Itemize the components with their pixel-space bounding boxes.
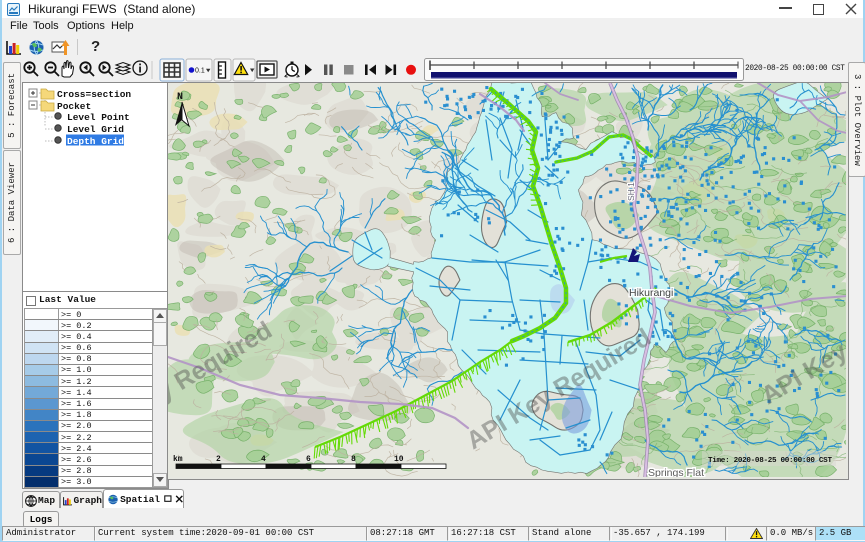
svg-text:Level Grid: Level Grid <box>67 124 124 135</box>
svg-text:4: 4 <box>261 455 266 464</box>
svg-text:Springs Flat: Springs Flat <box>648 467 704 477</box>
svg-text:2: 2 <box>216 455 221 464</box>
svg-text:6: 6 <box>306 455 311 464</box>
svg-text:Level Point: Level Point <box>67 112 130 123</box>
svg-text:0.1: 0.1 <box>195 68 205 75</box>
svg-text:SH 1: SH 1 <box>626 182 636 201</box>
svg-text:Depth Grid: Depth Grid <box>67 136 124 147</box>
svg-text:Time: 2020-08-25 00:00:00 CST: Time: 2020-08-25 00:00:00 CST <box>708 457 832 465</box>
svg-text:N: N <box>177 92 183 103</box>
svg-text:8: 8 <box>351 455 356 464</box>
svg-text:10: 10 <box>394 455 404 464</box>
svg-text:Hikurangi: Hikurangi <box>629 287 673 299</box>
svg-text:Pocket: Pocket <box>57 101 91 112</box>
svg-text:Cross=section: Cross=section <box>57 89 131 100</box>
svg-text:km: km <box>173 455 183 464</box>
